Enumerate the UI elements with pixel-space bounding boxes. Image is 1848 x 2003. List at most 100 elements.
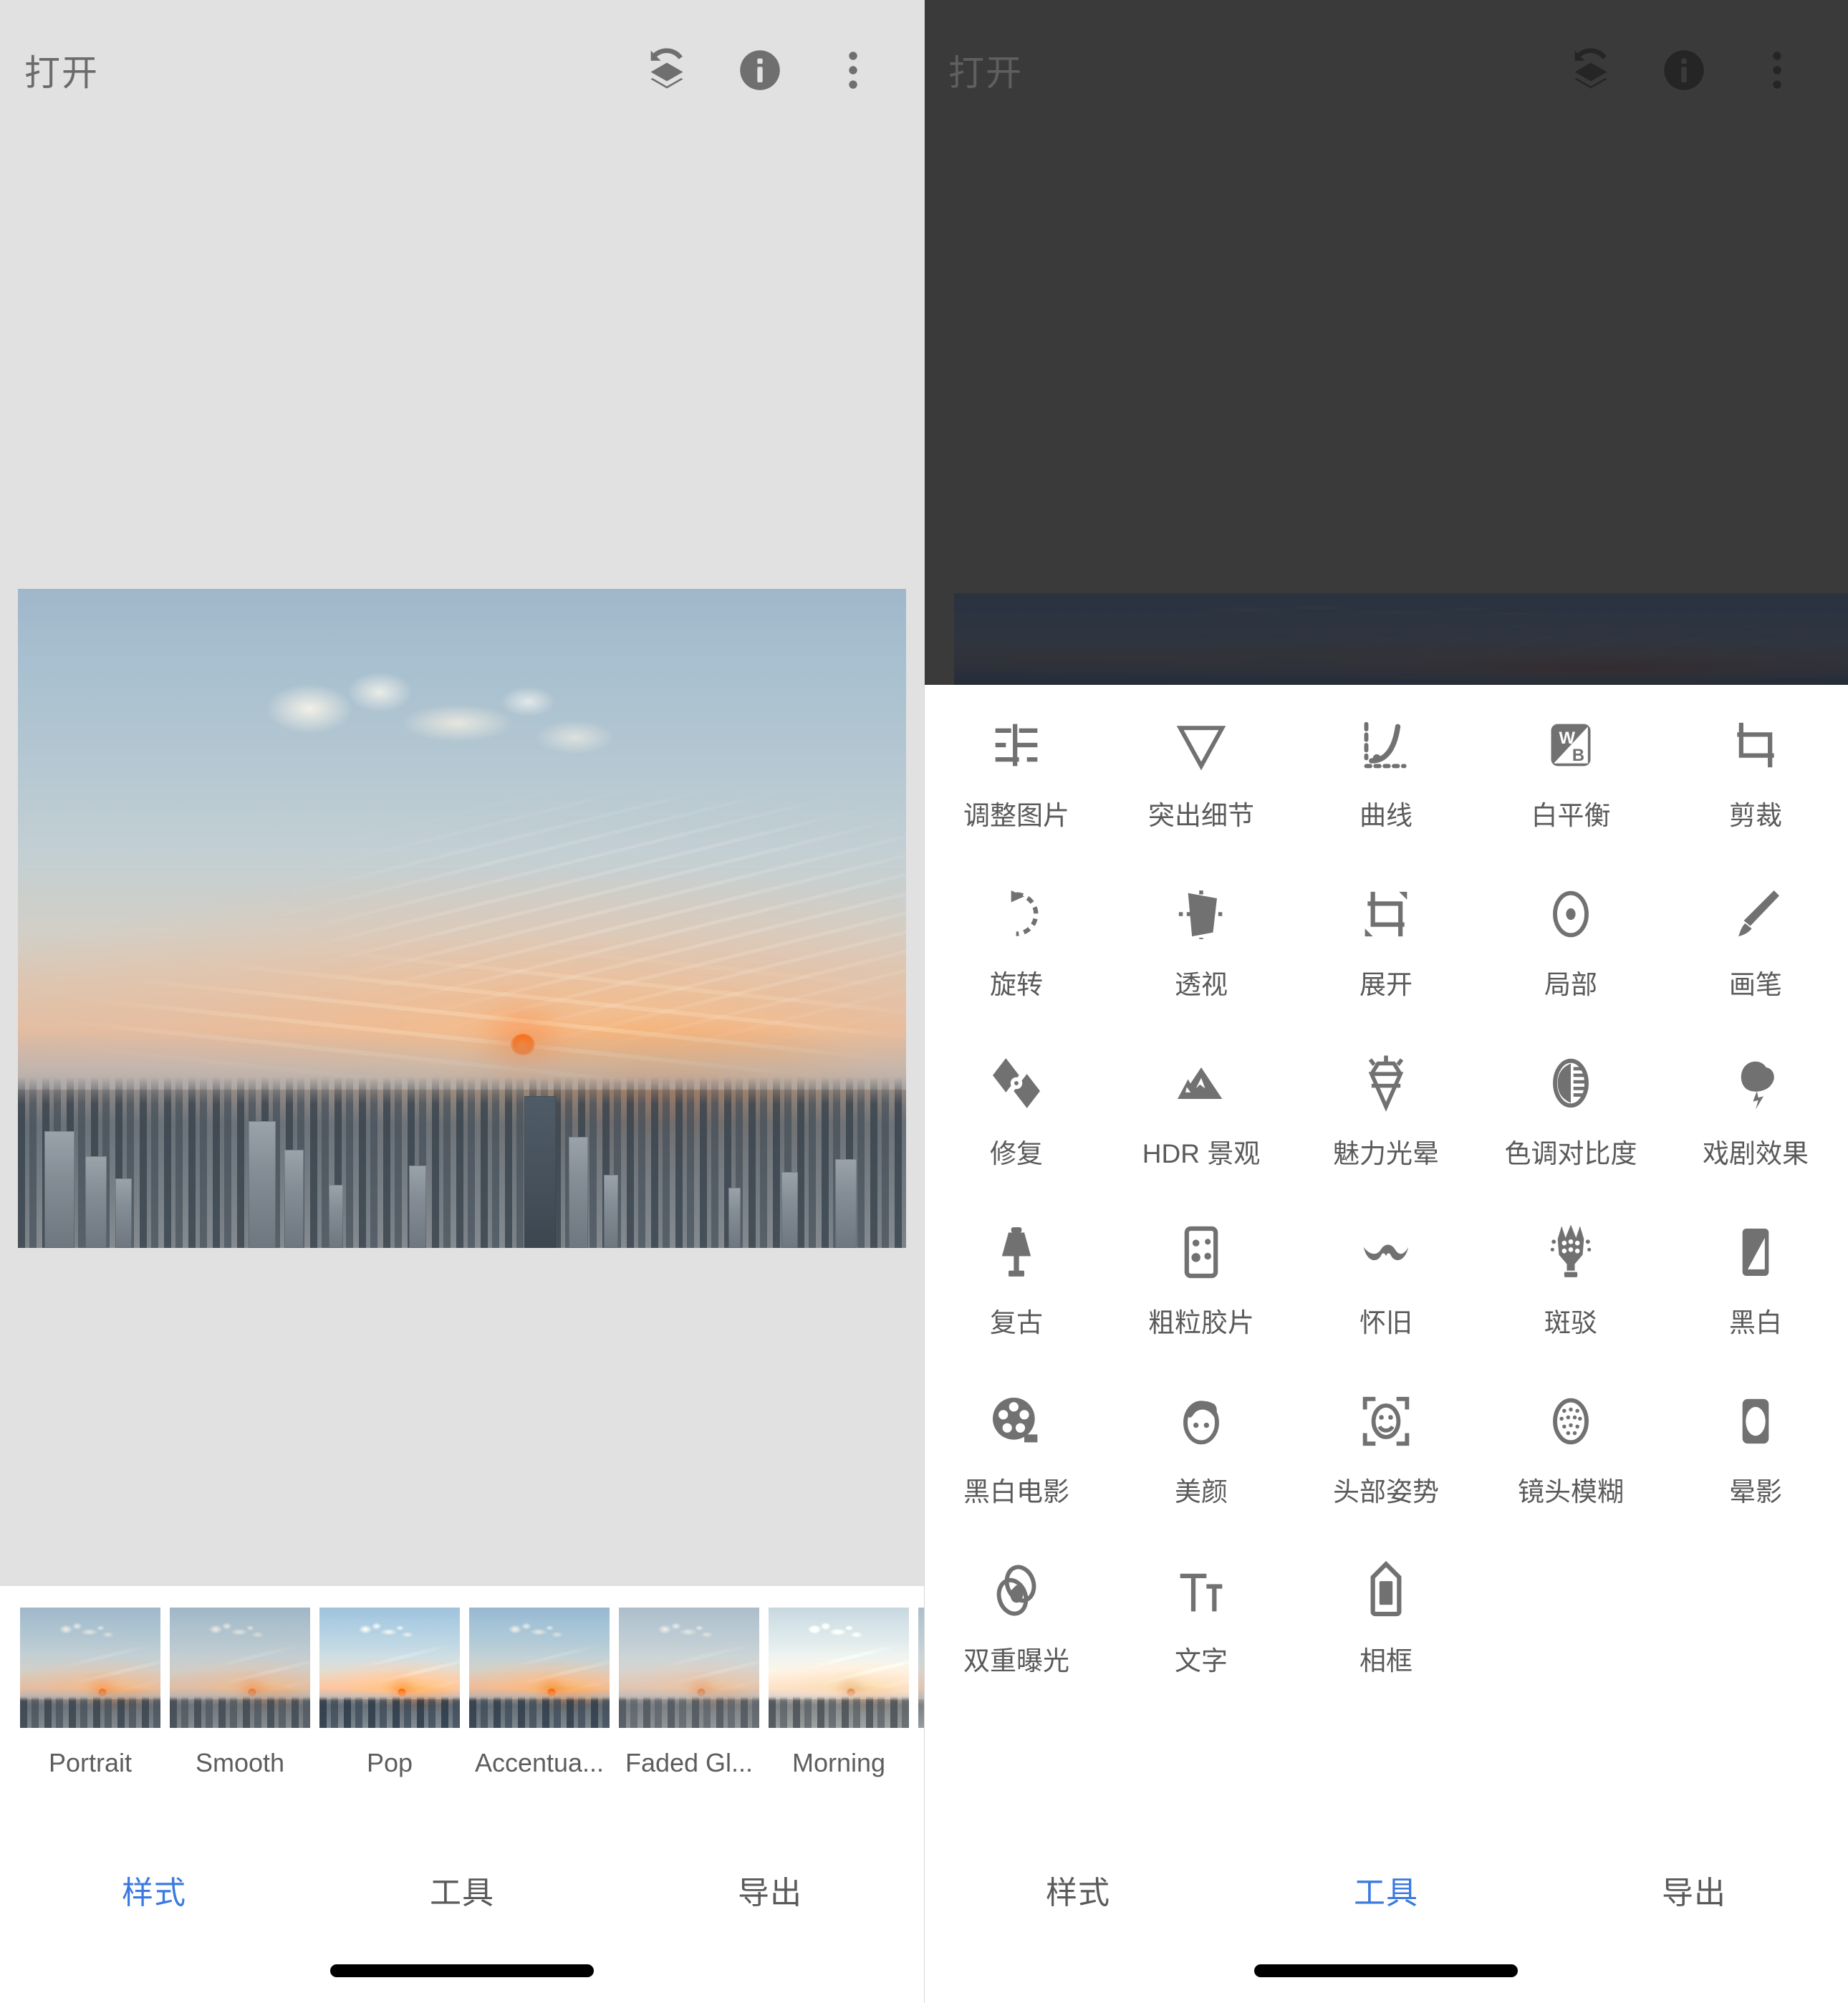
panel-divider <box>924 0 925 2003</box>
overflow-menu-icon[interactable] <box>1731 24 1824 117</box>
style-label: Morning <box>769 1748 909 1778</box>
tool-noir[interactable]: 黑白电影 <box>924 1368 1109 1537</box>
tonal-contrast-icon <box>1539 1046 1602 1120</box>
revert-stack-icon[interactable] <box>1544 24 1637 117</box>
style-thumbnail[interactable] <box>170 1608 310 1728</box>
tool-lens-blur[interactable]: 镜头模糊 <box>1478 1368 1663 1537</box>
tool-vignette[interactable]: 晕影 <box>1663 1368 1848 1537</box>
tool-black-white[interactable]: 黑白 <box>1663 1199 1848 1368</box>
styles-thumbnail-strip[interactable]: Portrait Smooth Pop <box>0 1586 924 1838</box>
style-item[interactable]: Accentua... <box>469 1608 610 1778</box>
overflow-menu-icon[interactable] <box>807 24 900 117</box>
noir-reel-icon <box>985 1384 1048 1459</box>
tool-perspective[interactable]: 透视 <box>1109 861 1294 1030</box>
tool-drama[interactable]: 戏剧效果 <box>1663 1030 1848 1199</box>
photo-puffy-clouds <box>231 661 622 780</box>
style-item[interactable]: Smooth <box>170 1608 310 1778</box>
info-icon[interactable] <box>713 24 807 117</box>
rotate-icon <box>985 877 1048 951</box>
tool-brush[interactable]: 画笔 <box>1663 861 1848 1030</box>
tool-white-balance[interactable]: W B 白平衡 <box>1478 692 1663 861</box>
left-bottom-tabbar: 样式 工具 导出 <box>0 1838 924 2003</box>
tool-label: 画笔 <box>1729 963 1782 1001</box>
tab-export[interactable]: 导出 <box>616 1867 924 1913</box>
tool-curves[interactable]: 曲线 <box>1294 692 1478 861</box>
style-label: Smooth <box>170 1748 310 1778</box>
tool-tonal-contrast[interactable]: 色调对比度 <box>1478 1030 1663 1199</box>
tool-label: 文字 <box>1175 1639 1228 1678</box>
right-appbar: 打开 <box>924 0 1848 140</box>
style-thumbnail[interactable] <box>619 1608 759 1728</box>
tool-selective[interactable]: 局部 <box>1478 861 1663 1030</box>
drama-icon <box>1724 1046 1787 1120</box>
black-white-icon <box>1724 1215 1787 1289</box>
tool-hdr-scape[interactable]: HDR 景观 <box>1109 1030 1294 1199</box>
tune-icon <box>985 708 1048 782</box>
style-thumbnail[interactable] <box>769 1608 909 1728</box>
tab-styles[interactable]: 样式 <box>0 1867 308 1913</box>
tool-label: 局部 <box>1544 963 1597 1001</box>
style-item[interactable]: Morning <box>769 1608 909 1778</box>
style-thumbnail[interactable] <box>918 1608 924 1728</box>
expand-icon <box>1354 877 1418 951</box>
home-indicator[interactable] <box>1254 1964 1518 1977</box>
right-bottom-tabbar: 样式 工具 导出 <box>924 1838 1848 2003</box>
style-item-partial[interactable] <box>918 1608 924 1728</box>
tool-vintage[interactable]: 复古 <box>924 1199 1109 1368</box>
tab-export[interactable]: 导出 <box>1540 1867 1848 1913</box>
tool-label: 剪裁 <box>1729 794 1782 832</box>
style-label: Accentua... <box>469 1748 610 1778</box>
left-panel-styles-view: 打开 <box>0 0 924 2003</box>
tool-label: 修复 <box>990 1132 1043 1171</box>
vignette-icon <box>1724 1384 1787 1459</box>
style-item[interactable]: Faded Gl... <box>619 1608 759 1778</box>
left-appbar-actions <box>620 24 900 117</box>
tool-expand[interactable]: 展开 <box>1294 861 1478 1030</box>
style-item[interactable]: Portrait <box>20 1608 160 1778</box>
photo-preview[interactable] <box>18 589 906 1248</box>
tool-label: 曲线 <box>1359 794 1413 832</box>
tool-grunge[interactable]: 斑驳 <box>1478 1199 1663 1368</box>
grainy-film-icon <box>1170 1215 1233 1289</box>
tool-glamour-glow[interactable]: 魅力光晕 <box>1294 1030 1478 1199</box>
tab-tools[interactable]: 工具 <box>308 1867 616 1913</box>
style-thumbnail[interactable] <box>319 1608 460 1728</box>
retrolux-icon <box>1354 1215 1418 1289</box>
tool-head-pose[interactable]: 头部姿势 <box>1294 1368 1478 1537</box>
tool-healing[interactable]: 修复 <box>924 1030 1109 1199</box>
tool-rotate[interactable]: 旋转 <box>924 861 1109 1030</box>
grunge-icon <box>1539 1215 1602 1289</box>
tool-label: HDR 景观 <box>1142 1132 1260 1171</box>
tool-tune-image[interactable]: 调整图片 <box>924 692 1109 861</box>
glamour-glow-icon <box>1354 1046 1418 1120</box>
tool-label: 旋转 <box>990 963 1043 1001</box>
style-item[interactable]: Pop <box>319 1608 460 1778</box>
portrait-face-icon <box>1170 1384 1233 1459</box>
tool-grainy-film[interactable]: 粗粒胶片 <box>1109 1199 1294 1368</box>
tool-double-exposure[interactable]: 双重曝光 <box>924 1537 1109 1706</box>
tab-styles[interactable]: 样式 <box>924 1867 1232 1913</box>
tool-label: 复古 <box>990 1301 1043 1340</box>
tool-crop[interactable]: 剪裁 <box>1663 692 1848 861</box>
style-thumbnail[interactable] <box>20 1608 160 1728</box>
tool-portrait-beauty[interactable]: 美颜 <box>1109 1368 1294 1537</box>
tool-label: 怀旧 <box>1359 1301 1413 1340</box>
tools-sheet: 调整图片 突出细节 <box>924 685 1848 1845</box>
home-indicator[interactable] <box>330 1964 594 1977</box>
open-button[interactable]: 打开 <box>24 44 99 96</box>
tab-tools[interactable]: 工具 <box>1232 1867 1540 1913</box>
tool-label: 展开 <box>1359 963 1413 1001</box>
revert-stack-icon[interactable] <box>620 24 713 117</box>
details-triangle-icon <box>1170 708 1233 782</box>
tool-details[interactable]: 突出细节 <box>1109 692 1294 861</box>
info-icon[interactable] <box>1637 24 1731 117</box>
tool-label: 魅力光晕 <box>1333 1132 1439 1171</box>
photo-preview-dimmed[interactable] <box>954 593 1848 686</box>
screenshot-root: 打开 <box>0 0 1848 2003</box>
tool-frames[interactable]: 相框 <box>1294 1537 1478 1706</box>
tool-text[interactable]: 文字 <box>1109 1537 1294 1706</box>
style-thumbnail[interactable] <box>469 1608 610 1728</box>
tool-retrolux[interactable]: 怀旧 <box>1294 1199 1478 1368</box>
right-appbar-actions <box>1544 24 1824 117</box>
open-button[interactable]: 打开 <box>948 44 1023 96</box>
